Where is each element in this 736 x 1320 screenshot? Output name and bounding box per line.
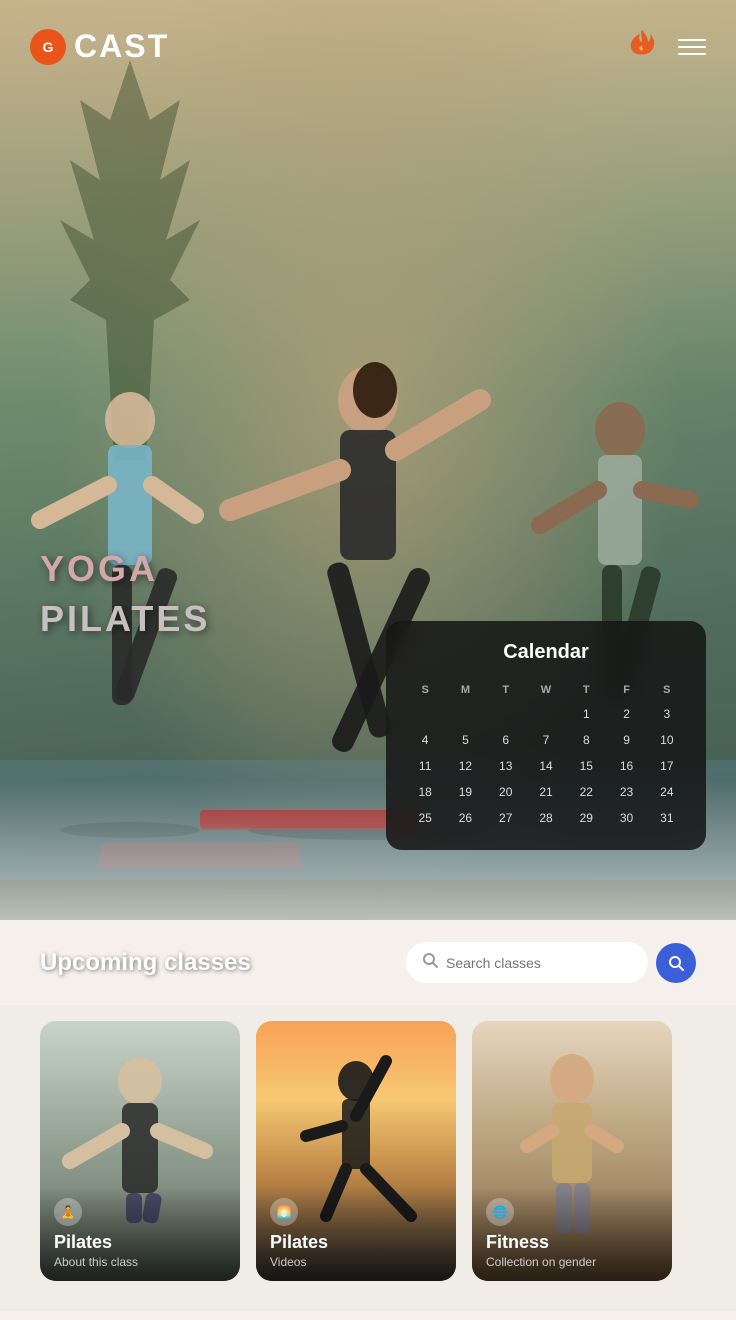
card-3-icon: 🌐: [486, 1198, 514, 1226]
cal-day-19[interactable]: 19: [446, 780, 484, 804]
card-2-info: 🌅 Pilates Videos: [256, 1186, 456, 1281]
upcoming-label: Upcoming classes: [40, 949, 251, 977]
notification-icon[interactable]: [626, 28, 658, 65]
cal-day-22[interactable]: 22: [567, 780, 605, 804]
cal-day-7[interactable]: 7: [527, 728, 565, 752]
classes-grid: 🧘 Pilates About this class: [0, 1005, 736, 1311]
cal-day-23[interactable]: 23: [607, 780, 645, 804]
cal-day-empty2: [446, 702, 484, 726]
cal-day-empty4: [527, 702, 565, 726]
cal-day-8[interactable]: 8: [567, 728, 605, 752]
cal-day-24[interactable]: 24: [648, 780, 686, 804]
card-1-icon: 🧘: [54, 1198, 82, 1226]
calendar-title: Calendar: [406, 641, 686, 664]
cal-day-1[interactable]: 1: [567, 702, 605, 726]
cal-day-empty1: [406, 702, 444, 726]
cal-day-empty3: [487, 702, 525, 726]
cal-day-9[interactable]: 9: [607, 728, 645, 752]
hero-text-block: YOGA PILATES: [40, 548, 210, 640]
cal-header-t2: T: [567, 680, 605, 700]
cal-header-s2: S: [648, 680, 686, 700]
upcoming-bar: Upcoming classes: [0, 920, 736, 1005]
app-header: G CAST: [0, 0, 736, 93]
cal-day-11[interactable]: 11: [406, 754, 444, 778]
card-3-name: Fitness: [486, 1232, 658, 1253]
cal-day-30[interactable]: 30: [607, 806, 645, 830]
calendar-grid: S M T W T F S 1 2 3 4 5 6 7 8 9 10 11 12: [406, 680, 686, 830]
cal-day-14[interactable]: 14: [527, 754, 565, 778]
logo[interactable]: G CAST: [30, 28, 169, 65]
cal-day-5[interactable]: 5: [446, 728, 484, 752]
search-button[interactable]: [656, 943, 696, 983]
cal-header-t1: T: [487, 680, 525, 700]
search-bar[interactable]: [406, 942, 648, 983]
cal-day-12[interactable]: 12: [446, 754, 484, 778]
card-1-info: 🧘 Pilates About this class: [40, 1186, 240, 1281]
card-2-desc: Videos: [270, 1255, 442, 1269]
cal-day-29[interactable]: 29: [567, 806, 605, 830]
card-3-info: 🌐 Fitness Collection on gender: [472, 1186, 672, 1281]
hero-tag-pilates: PILATES: [40, 598, 210, 640]
class-card-pilates[interactable]: 🧘 Pilates About this class: [40, 1021, 240, 1281]
cal-day-3[interactable]: 3: [648, 702, 686, 726]
hero-tag-yoga: YOGA: [40, 548, 210, 590]
calendar-widget: Calendar S M T W T F S 1 2 3 4 5 6 7 8 9…: [386, 621, 706, 850]
cal-day-21[interactable]: 21: [527, 780, 565, 804]
card-1-desc: About this class: [54, 1255, 226, 1269]
cal-day-28[interactable]: 28: [527, 806, 565, 830]
class-card-pilates-2[interactable]: 🌅 Pilates Videos: [256, 1021, 456, 1281]
cal-day-31[interactable]: 31: [648, 806, 686, 830]
menu-line-1: [678, 39, 706, 41]
bottom-section: Upcoming classes: [0, 920, 736, 1320]
cal-day-15[interactable]: 15: [567, 754, 605, 778]
cal-day-10[interactable]: 10: [648, 728, 686, 752]
cal-day-17[interactable]: 17: [648, 754, 686, 778]
cal-day-6[interactable]: 6: [487, 728, 525, 752]
header-actions: [626, 28, 706, 65]
hero-section: G CAST YOGA PILATES Calendar: [0, 0, 736, 980]
cal-day-4[interactable]: 4: [406, 728, 444, 752]
cal-header-w: W: [527, 680, 565, 700]
search-icon: [422, 952, 438, 973]
menu-line-2: [678, 46, 706, 48]
app-name: CAST: [74, 28, 169, 65]
cal-day-16[interactable]: 16: [607, 754, 645, 778]
cal-day-2[interactable]: 2: [607, 702, 645, 726]
logo-icon: G: [30, 29, 66, 65]
cal-day-18[interactable]: 18: [406, 780, 444, 804]
cal-day-26[interactable]: 26: [446, 806, 484, 830]
menu-line-3: [678, 53, 706, 55]
hamburger-menu-icon[interactable]: [678, 39, 706, 55]
cal-header-f: F: [607, 680, 645, 700]
class-card-fitness[interactable]: 🌐 Fitness Collection on gender: [472, 1021, 672, 1281]
search-input[interactable]: [446, 955, 632, 971]
card-2-name: Pilates: [270, 1232, 442, 1253]
cal-day-20[interactable]: 20: [487, 780, 525, 804]
cal-day-13[interactable]: 13: [487, 754, 525, 778]
cal-header-s1: S: [406, 680, 444, 700]
cal-day-25[interactable]: 25: [406, 806, 444, 830]
card-1-name: Pilates: [54, 1232, 226, 1253]
card-2-icon: 🌅: [270, 1198, 298, 1226]
card-3-desc: Collection on gender: [486, 1255, 658, 1269]
cal-header-m: M: [446, 680, 484, 700]
cal-day-27[interactable]: 27: [487, 806, 525, 830]
